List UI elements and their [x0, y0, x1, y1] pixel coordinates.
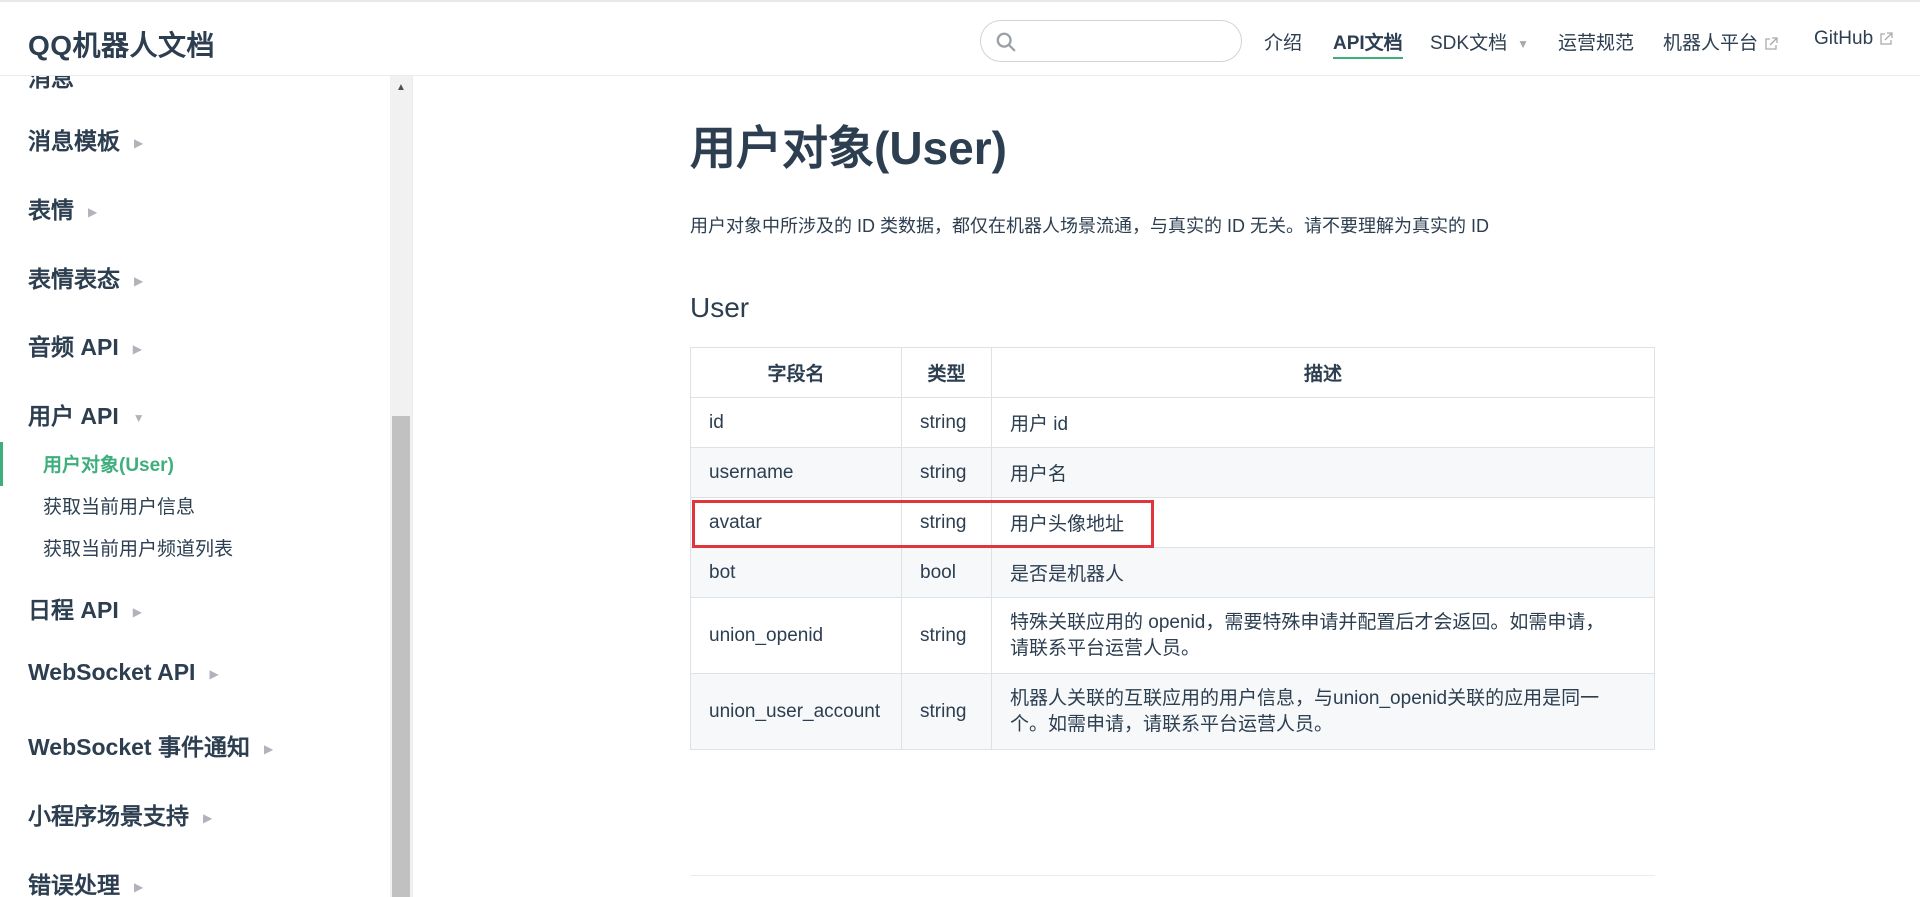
- chevron-down-icon: ▼: [132, 410, 145, 425]
- chevron-right-icon: ▶: [263, 741, 274, 756]
- sidebar-group-messages[interactable]: 消息: [28, 76, 74, 93]
- field-name-cell: id: [690, 397, 902, 448]
- scroll-up-arrow-icon[interactable]: ▲: [392, 80, 410, 96]
- desc-line: 个。如需申请，请联系平台运营人员。: [1010, 713, 1334, 735]
- sidebar-group-label: 小程序场景支持: [28, 803, 189, 829]
- sidebar-group-emoji[interactable]: 表情 ▶: [28, 191, 97, 225]
- nav-link-operation-rules[interactable]: 运营规范: [1558, 28, 1634, 55]
- sidebar-group-emoji-reactions[interactable]: 表情表态 ▶: [28, 260, 143, 294]
- desc-line: 特殊关联应用的 openid，需要特殊申请并配置后才会返回。如需申请，: [1010, 611, 1605, 633]
- user-fields-table: 字段名 类型 描述 id string 用户 id username strin…: [690, 347, 1655, 750]
- nav-link-api-docs[interactable]: API文档: [1333, 28, 1403, 59]
- sidebar-group-websocket-api[interactable]: WebSocket API ▶: [28, 659, 219, 686]
- sidebar-group-label: 表情: [28, 197, 74, 223]
- table-header-type: 类型: [901, 347, 992, 398]
- field-name-cell: union_user_account: [690, 673, 902, 750]
- sidebar-group-label: 错误处理: [28, 872, 120, 897]
- table-row-highlighted: avatar string 用户头像地址: [690, 497, 1655, 548]
- field-name-cell: union_openid: [690, 597, 902, 674]
- field-type-cell: string: [901, 673, 992, 750]
- field-type-cell: string: [901, 397, 992, 448]
- sidebar-group-websocket-events[interactable]: WebSocket 事件通知 ▶: [28, 728, 273, 762]
- external-link-icon: [1880, 32, 1893, 45]
- desc-line: 机器人关联的互联应用的用户信息，与union_openid关联的应用是同一: [1010, 687, 1600, 709]
- sidebar-group-label: 表情表态: [28, 266, 120, 292]
- search-input[interactable]: [980, 20, 1242, 62]
- field-desc-cell: 特殊关联应用的 openid，需要特殊申请并配置后才会返回。如需申请， 请联系平…: [991, 597, 1655, 674]
- sidebar-group-audio-api[interactable]: 音频 API ▶: [28, 328, 142, 362]
- sidebar-group-schedule-api[interactable]: 日程 API ▶: [28, 591, 142, 625]
- sidebar-group-error-handling[interactable]: 错误处理 ▶: [28, 866, 143, 897]
- sidebar-group-label: 日程 API: [28, 597, 119, 623]
- intro-text: 用户对象中所涉及的 ID 类数据，都仅在机器人场景流通，与真实的 ID 无关。请…: [690, 216, 1490, 236]
- sidebar-link-label: 获取当前用户频道列表: [43, 539, 234, 560]
- table-row: id string 用户 id: [690, 397, 1655, 448]
- field-desc-cell: 是否是机器人: [991, 547, 1655, 598]
- table-row: union_user_account string 机器人关联的互联应用的用户信…: [690, 673, 1655, 750]
- sidebar-link-get-current-user[interactable]: 获取当前用户信息: [43, 492, 195, 519]
- nav-link-label: API文档: [1333, 33, 1403, 54]
- table-row: bot bool 是否是机器人: [690, 547, 1655, 598]
- top-navbar: QQ机器人文档 介绍 API文档 SDK文档 ▼ 运营规范 机器人平台 GitHu…: [0, 0, 1920, 76]
- field-type-cell: bool: [901, 547, 992, 598]
- sidebar-group-label: WebSocket 事件通知: [28, 734, 250, 760]
- table-header-field: 字段名: [690, 347, 902, 398]
- chevron-right-icon: ▶: [209, 666, 219, 681]
- chevron-right-icon: ▶: [134, 273, 144, 288]
- chevron-right-icon: ▶: [88, 204, 98, 219]
- nav-link-intro[interactable]: 介绍: [1264, 28, 1302, 55]
- chevron-right-icon: ▶: [132, 604, 142, 619]
- sidebar-group-label: 音频 API: [28, 334, 119, 360]
- field-desc-cell: 用户头像地址: [991, 497, 1655, 548]
- caret-down-icon: ▼: [1517, 36, 1529, 51]
- scrollbar-thumb[interactable]: [392, 416, 410, 897]
- external-link-icon: [1765, 37, 1778, 50]
- sidebar-group-label: 消息: [28, 76, 74, 91]
- page-title: 用户对象(User): [690, 122, 1007, 174]
- sidebar: 消息 消息模板 ▶ 表情 ▶ 表情表态 ▶ 音频 API ▶ 用户 API ▼ 用户对象(…: [0, 76, 413, 897]
- sidebar-group-message-templates[interactable]: 消息模板 ▶: [28, 122, 143, 156]
- sidebar-group-mini-program[interactable]: 小程序场景支持 ▶: [28, 797, 212, 831]
- chevron-right-icon: ▶: [134, 135, 144, 150]
- sidebar-group-user-api[interactable]: 用户 API ▼: [28, 397, 145, 431]
- sidebar-link-label: 用户对象(User): [43, 455, 174, 476]
- nav-link-label: GitHub: [1814, 28, 1874, 49]
- active-indicator: [0, 442, 3, 486]
- table-row: union_openid string 特殊关联应用的 openid，需要特殊申…: [690, 597, 1655, 674]
- desc-line: 请联系平台运营人员。: [1010, 637, 1201, 659]
- nav-link-bot-platform[interactable]: 机器人平台: [1663, 28, 1778, 55]
- nav-link-label: 运营规范: [1558, 33, 1635, 54]
- section-title: User: [690, 292, 750, 323]
- nav-link-label: 机器人平台: [1663, 33, 1759, 54]
- sidebar-link-user-object[interactable]: 用户对象(User): [43, 450, 174, 477]
- chevron-right-icon: ▶: [132, 341, 142, 356]
- field-name-cell: bot: [690, 547, 902, 598]
- field-type-cell: string: [901, 497, 992, 548]
- sidebar-group-label: 消息模板: [28, 128, 120, 154]
- sidebar-group-label: WebSocket API: [28, 659, 196, 685]
- nav-link-github[interactable]: GitHub: [1814, 28, 1893, 50]
- table-header-description: 描述: [991, 347, 1655, 398]
- chevron-right-icon: ▶: [203, 810, 213, 825]
- nav-link-sdk-docs[interactable]: SDK文档 ▼: [1430, 28, 1529, 55]
- sidebar-link-label: 获取当前用户信息: [43, 497, 196, 518]
- content-divider: [690, 875, 1655, 876]
- table-row: username string 用户名: [690, 447, 1655, 498]
- site-title[interactable]: QQ机器人文档: [28, 24, 215, 64]
- nav-link-label: 介绍: [1264, 33, 1303, 54]
- sidebar-group-label: 用户 API: [28, 403, 119, 429]
- chevron-right-icon: ▶: [134, 879, 144, 894]
- field-type-cell: string: [901, 447, 992, 498]
- table-header-row: 字段名 类型 描述: [690, 347, 1655, 398]
- field-desc-cell: 用户 id: [991, 397, 1655, 448]
- search-icon: [996, 32, 1016, 52]
- field-name-cell: username: [690, 447, 902, 498]
- field-desc-cell: 用户名: [991, 447, 1655, 498]
- field-name-cell: avatar: [690, 497, 902, 548]
- sidebar-link-get-user-guilds[interactable]: 获取当前用户频道列表: [43, 534, 233, 561]
- nav-link-label: SDK文档: [1430, 33, 1508, 54]
- field-desc-cell: 机器人关联的互联应用的用户信息，与union_openid关联的应用是同一 个。…: [991, 673, 1655, 750]
- field-type-cell: string: [901, 597, 992, 674]
